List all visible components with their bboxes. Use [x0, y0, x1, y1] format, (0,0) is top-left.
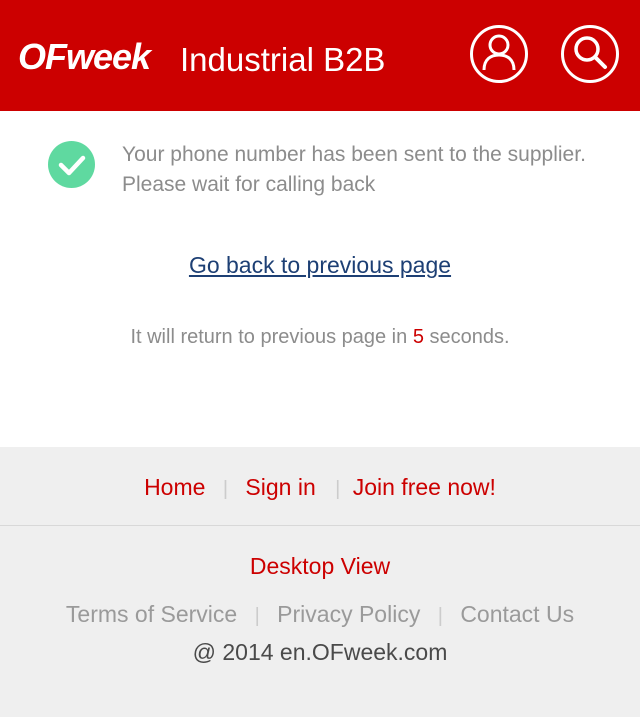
terms-of-service-link[interactable]: Terms of Service — [66, 601, 237, 627]
footer-nav: Home | Sign in | Join free now! — [0, 472, 640, 504]
desktop-view-link[interactable]: Desktop View — [250, 553, 390, 579]
legal-separator: | — [437, 605, 443, 627]
countdown-prefix: It will return to previous page in — [130, 326, 408, 348]
nav-separator: | — [335, 478, 341, 500]
go-back-link[interactable]: Go back to previous page — [189, 252, 451, 278]
footer-home-link[interactable]: Home — [144, 474, 205, 500]
footer-divider — [0, 525, 640, 526]
countdown-message: It will return to previous page in 5 sec… — [0, 326, 640, 349]
notice-message: Your phone number has been sent to the s… — [122, 140, 632, 200]
footer-sign-in-link[interactable]: Sign in — [245, 474, 315, 500]
success-notice: Your phone number has been sent to the s… — [48, 140, 628, 200]
check-circle-icon — [48, 141, 95, 188]
site-title: Industrial B2B — [180, 41, 386, 78]
footer: Home | Sign in | Join free now! Desktop … — [0, 447, 640, 717]
legal-links: Terms of Service | Privacy Policy | Cont… — [0, 599, 640, 631]
desktop-view-container: Desktop View — [0, 551, 640, 581]
user-icon — [482, 33, 516, 76]
legal-separator: | — [254, 605, 260, 627]
ofweek-logo[interactable]: OFweek — [18, 35, 151, 79]
privacy-policy-link[interactable]: Privacy Policy — [277, 601, 420, 627]
search-button[interactable] — [561, 25, 619, 83]
page: OFweek Industrial B2B Your phone number … — [0, 0, 640, 717]
back-link-container: Go back to previous page — [0, 252, 640, 279]
user-account-button[interactable] — [470, 25, 528, 83]
notice-line-1: Your phone number has been sent to the s… — [122, 143, 586, 166]
header-bar: OFweek Industrial B2B — [0, 0, 640, 111]
footer-join-link[interactable]: Join free now! — [353, 474, 496, 500]
countdown-seconds: 5 — [412, 326, 424, 348]
notice-line-2: Please wait for calling back — [122, 173, 376, 196]
search-icon — [572, 34, 608, 75]
countdown-suffix: seconds. — [429, 326, 510, 348]
copyright-text: @ 2014 en.OFweek.com — [192, 639, 448, 665]
contact-us-link[interactable]: Contact Us — [460, 601, 574, 627]
nav-separator: | — [222, 478, 229, 500]
